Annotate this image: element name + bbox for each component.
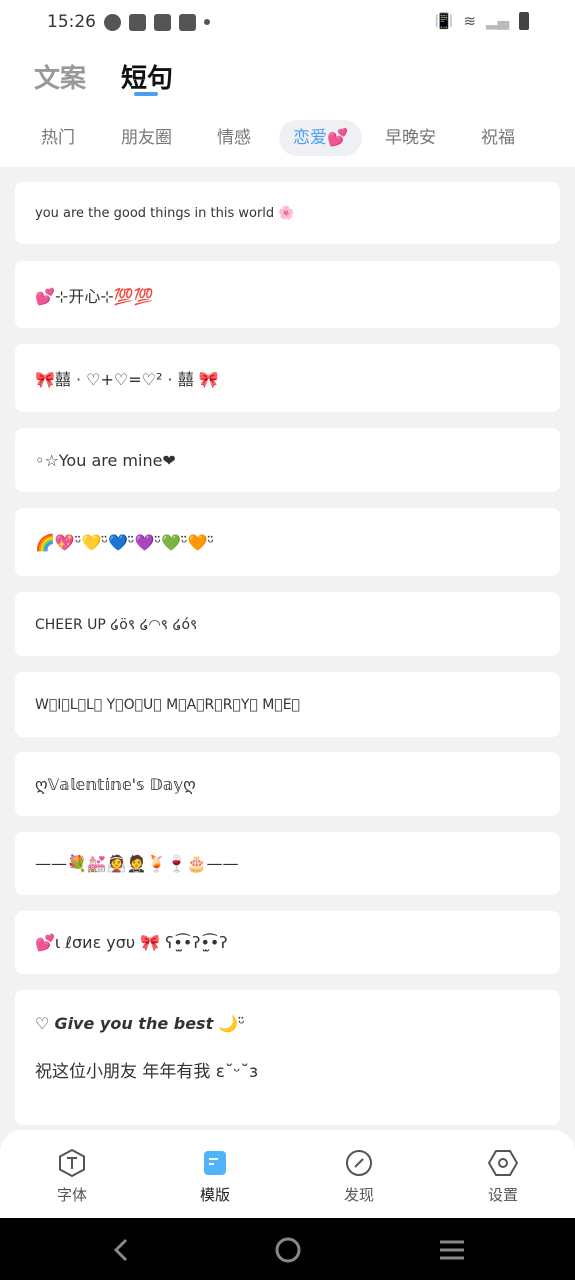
category-hot[interactable]: 热门: [41, 120, 75, 156]
card-text: 🌈💖ᵕ̈💛ᵕ̈💙ᵕ̈💜ᵕ̈💚ᵕ̈🧡ᵕ̈: [35, 532, 215, 552]
category-moments[interactable]: 朋友圈: [121, 120, 172, 156]
list-item[interactable]: 🎀囍 · ♡+♡=♡² · 囍 🎀: [15, 344, 560, 412]
nav-discover[interactable]: 发现: [319, 1148, 399, 1205]
list-item[interactable]: ღ𝕍𝕒𝕝𝕖𝕟𝕥𝕚𝕟𝕖'𝕤 𝔻𝕒𝕪ღ: [15, 752, 560, 816]
nav-label: 发现: [343, 1186, 374, 1204]
back-icon[interactable]: [112, 1238, 130, 1262]
card-text: 🎀囍 · ♡+♡=♡² · 囍 🎀: [35, 370, 219, 389]
list-item[interactable]: ——💐💒👰🤵🍹🍷🎂——: [15, 832, 560, 895]
list-item[interactable]: W⃞I⃞L⃞L⃞ Y⃞O⃞U⃞ M⃞A⃞R⃞R⃞Y⃞ M⃞E⃞: [15, 672, 560, 737]
status-time: 15:26: [47, 12, 96, 32]
card-line-1: ♡ Give you the best 🌙ᵕ̈: [35, 1014, 560, 1033]
list-item[interactable]: you are the good things in this world 🌸: [15, 182, 560, 244]
nav-label: 字体: [56, 1186, 87, 1204]
home-icon[interactable]: [274, 1236, 302, 1264]
list-item[interactable]: 💕⊹开心⊹💯💯: [15, 261, 560, 328]
settings-icon: [488, 1148, 518, 1178]
battery-icon: [519, 12, 529, 30]
category-emotion[interactable]: 情感: [217, 120, 251, 156]
card-suffix: 🌙ᵕ̈: [213, 1014, 245, 1033]
card-text: ღ𝕍𝕒𝕝𝕖𝕟𝕥𝕚𝕟𝕖'𝕤 𝔻𝕒𝕪ღ: [35, 774, 196, 794]
card-text: 💕⊹开心⊹💯💯: [35, 286, 154, 306]
top-bar: 15:26 📳 ≋ ▂▄ 文案 短句 热门 朋友圈 情感 恋爱💕 早晚安 祝福: [0, 0, 575, 167]
card-text: 💕ɩ ℓσиε уσυ 🎀 ʕ•̫͡•ʔ•̫͡•ʔ: [35, 933, 228, 952]
vibrate-icon: 📳: [434, 12, 454, 30]
heart-prefix: ♡: [35, 1014, 55, 1033]
category-morning-night[interactable]: 早晚安: [385, 120, 436, 156]
card-text: ◦☆You are mine❤: [35, 450, 176, 470]
category-love[interactable]: 恋爱💕: [279, 120, 363, 156]
shopping-bag-icon: [154, 13, 171, 31]
discover-icon: [344, 1148, 374, 1178]
category-blessing[interactable]: 祝福: [481, 120, 515, 156]
active-tab-indicator: [134, 92, 158, 96]
notification-dot-icon: [204, 19, 210, 25]
list-item[interactable]: 💕ɩ ℓσиε уσυ 🎀 ʕ•̫͡•ʔ•̫͡•ʔ: [15, 911, 560, 974]
list-item[interactable]: ♡ Give you the best 🌙ᵕ̈ 祝这位小朋友 年年有我 ε˘ᵕ˘…: [15, 990, 560, 1125]
card-text: W⃞I⃞L⃞L⃞ Y⃞O⃞U⃞ M⃞A⃞R⃞R⃞Y⃞ M⃞E⃞: [35, 696, 300, 713]
shopping-bag-icon: [129, 13, 146, 31]
tab-wenan[interactable]: 文案: [34, 58, 86, 95]
system-nav-bar: [0, 1218, 575, 1280]
list-item[interactable]: CHEER UP ໒ö९ ໒◠९ ໒ó९: [15, 592, 560, 656]
tab-duanju[interactable]: 短句: [121, 58, 173, 95]
list-item[interactable]: 🌈💖ᵕ̈💛ᵕ̈💙ᵕ̈💜ᵕ̈💚ᵕ̈🧡ᵕ̈: [15, 508, 560, 576]
nav-label: 设置: [487, 1186, 518, 1204]
card-text: ——💐💒👰🤵🍹🍷🎂——: [35, 854, 239, 873]
wifi-icon: ≋: [463, 12, 476, 30]
card-line-2: 祝这位小朋友 年年有我 ε˘ᵕ˘з: [35, 1062, 259, 1082]
speedometer-icon: [104, 13, 121, 31]
card-bold-text: Give you the best: [54, 1014, 214, 1033]
nav-label: 模版: [199, 1186, 230, 1204]
nav-font[interactable]: 字体: [32, 1148, 112, 1205]
status-bar: 15:26: [47, 12, 210, 32]
list-item[interactable]: ◦☆You are mine❤: [15, 428, 560, 492]
category-tabs: 热门 朋友圈 情感 恋爱💕 早晚安 祝福: [0, 120, 575, 156]
card-text: CHEER UP ໒ö९ ໒◠९ ໒ó९: [35, 616, 198, 633]
status-icons: 📳 ≋ ▂▄: [435, 12, 529, 30]
template-icon: [200, 1148, 230, 1178]
bottom-nav: 字体 模版 发现 设置: [0, 1130, 575, 1218]
recents-icon[interactable]: [438, 1238, 466, 1262]
nav-template[interactable]: 模版: [175, 1148, 255, 1205]
card-text: you are the good things in this world 🌸: [35, 205, 295, 221]
font-icon: [57, 1148, 87, 1178]
signal-icon: ▂▄: [485, 12, 509, 30]
nav-settings[interactable]: 设置: [463, 1148, 543, 1205]
shopping-bag-icon: [179, 13, 196, 31]
